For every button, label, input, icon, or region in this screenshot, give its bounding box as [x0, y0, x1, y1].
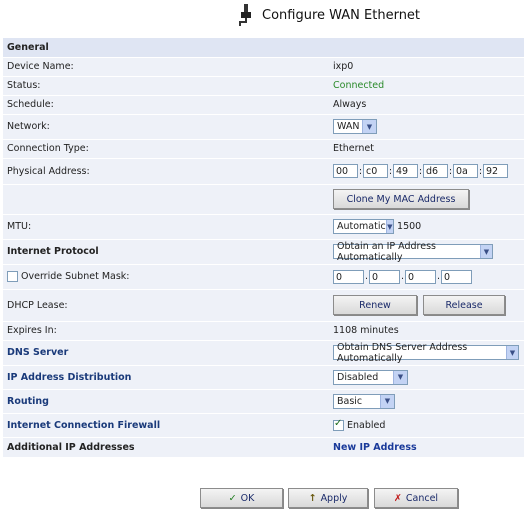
additional-ip-label: Additional IP Addresses — [3, 437, 329, 458]
mtu-label: MTU: — [3, 214, 329, 240]
chevron-down-icon: ▼ — [380, 394, 394, 408]
connection-type-row: Connection Type: Ethernet — [3, 139, 524, 159]
routing-row: Routing Basic ▼ — [3, 389, 524, 414]
expires-in-label: Expires In: — [3, 321, 329, 341]
dhcp-lease-row: DHCP Lease: Renew Release — [3, 289, 524, 322]
firewall-row: Internet Connection Firewall Enabled — [3, 413, 524, 438]
expires-in-row: Expires In: 1108 minutes — [3, 321, 524, 341]
internet-protocol-label: Internet Protocol — [3, 239, 329, 265]
routing-value: Basic — [337, 395, 363, 407]
page-header: Configure WAN Ethernet — [238, 4, 420, 26]
ip-distribution-select[interactable]: Disabled ▼ — [333, 369, 408, 385]
override-subnet-label: Override Subnet Mask: — [21, 271, 130, 282]
device-name-label: Device Name: — [3, 57, 329, 77]
firewall-value: Enabled — [347, 419, 386, 431]
subnet-octet-3[interactable]: 0 — [405, 269, 436, 284]
mac-address-fields: 00: c0:49: d6:0a:92 — [329, 158, 524, 185]
physical-address-row: Physical Address: 00: c0:49: d6:0a:92 — [3, 158, 524, 185]
general-header: General — [3, 38, 524, 58]
x-icon: ✗ — [393, 492, 402, 504]
additional-ip-row: Additional IP Addresses New IP Address — [3, 437, 524, 458]
mtu-row: MTU: Automatic ▼ 1500 — [3, 214, 524, 240]
status-row: Status: Connected — [3, 76, 524, 96]
physical-address-label: Physical Address: — [3, 158, 329, 185]
chevron-down-icon: ▼ — [385, 220, 393, 233]
apply-button[interactable]: ↑ Apply — [288, 488, 368, 508]
page-title: Configure WAN Ethernet — [262, 7, 421, 23]
mtu-mode-value: Automatic — [337, 221, 386, 232]
connection-type-label: Connection Type: — [3, 139, 329, 159]
ok-label: OK — [240, 492, 255, 504]
mac-octet-5[interactable]: 0a — [453, 164, 478, 178]
ip-distribution-label: IP Address Distribution — [3, 365, 329, 390]
internet-protocol-select[interactable]: Obtain an IP Address Automatically ▼ — [333, 241, 493, 263]
ok-button[interactable]: ✓ OK — [200, 488, 283, 508]
ip-distribution-row: IP Address Distribution Disabled ▼ — [3, 365, 524, 390]
routing-label: Routing — [3, 389, 329, 414]
mtu-value: 1500 — [397, 221, 422, 232]
network-select-value: WAN — [337, 121, 360, 132]
status-value: Connected — [329, 76, 524, 96]
subnet-octet-1[interactable]: 0 — [333, 269, 364, 284]
schedule-label: Schedule: — [3, 95, 329, 115]
chevron-down-icon: ▼ — [479, 245, 492, 258]
schedule-row: Schedule: Always — [3, 95, 524, 115]
firewall-label: Internet Connection Firewall — [3, 413, 329, 438]
subnet-octet-2[interactable]: 0 — [369, 269, 400, 284]
dns-server-value: Obtain DNS Server Address Automatically — [337, 341, 468, 364]
status-label: Status: — [3, 76, 329, 96]
footer-buttons: ✓ OK ↑ Apply ✗ Cancel — [0, 488, 525, 509]
general-header-row: General — [3, 38, 524, 58]
release-button[interactable]: Release — [423, 295, 506, 315]
firewall-checkbox[interactable] — [333, 418, 344, 431]
cancel-button[interactable]: ✗ Cancel — [374, 488, 458, 508]
mac-octet-3[interactable]: 49 — [393, 164, 418, 178]
renew-button[interactable]: Renew — [333, 295, 417, 315]
chevron-down-icon: ▼ — [362, 120, 376, 133]
subnet-octet-4[interactable]: 0 — [441, 269, 472, 284]
clone-mac-button[interactable]: Clone My MAC Address — [333, 189, 469, 209]
cancel-label: Cancel — [405, 492, 439, 504]
device-name-value: ixp0 — [329, 57, 524, 77]
dns-server-row: DNS Server Obtain DNS Server Address Aut… — [3, 340, 524, 366]
connection-type-value: Ethernet — [329, 139, 524, 159]
network-row: Network: WAN ▼ — [3, 114, 524, 140]
apply-label: Apply — [320, 492, 348, 504]
internet-protocol-row: Internet Protocol Obtain an IP Address A… — [3, 239, 524, 265]
mac-octet-4[interactable]: d6 — [423, 164, 448, 178]
mtu-mode-select[interactable]: Automatic ▼ — [333, 219, 394, 234]
chevron-down-icon: ▼ — [505, 346, 518, 359]
clone-mac-row: Clone My MAC Address — [3, 184, 524, 215]
apply-icon: ↑ — [308, 492, 317, 504]
expires-in-value: 1108 minutes — [329, 321, 524, 341]
dhcp-lease-label: DHCP Lease: — [3, 289, 329, 322]
chevron-down-icon: ▼ — [393, 370, 407, 384]
override-subnet-checkbox[interactable] — [7, 271, 18, 282]
network-select[interactable]: WAN ▼ — [333, 119, 377, 134]
new-ip-address-link[interactable]: New IP Address — [329, 437, 524, 458]
dns-server-select[interactable]: Obtain DNS Server Address Automatically … — [333, 342, 519, 364]
ethernet-plug-icon — [238, 4, 254, 26]
internet-protocol-value: Obtain an IP Address Automatically — [337, 240, 436, 263]
mac-octet-6[interactable]: 92 — [483, 164, 508, 178]
wan-settings-table: General Device Name: ixp0 Status: Connec… — [3, 38, 524, 458]
network-label: Network: — [3, 114, 329, 140]
schedule-value: Always — [329, 95, 524, 115]
device-name-row: Device Name: ixp0 — [3, 57, 524, 77]
routing-select[interactable]: Basic ▼ — [333, 393, 395, 409]
dns-server-label: DNS Server — [3, 340, 329, 366]
mac-octet-2[interactable]: c0 — [363, 164, 388, 178]
subnet-mask-fields: 0.0.0.0 — [329, 264, 524, 290]
override-subnet-row: Override Subnet Mask: 0.0.0.0 — [3, 264, 524, 290]
ip-distribution-value: Disabled — [337, 371, 379, 383]
check-icon: ✓ — [228, 492, 237, 504]
mac-octet-1[interactable]: 00 — [333, 164, 358, 178]
